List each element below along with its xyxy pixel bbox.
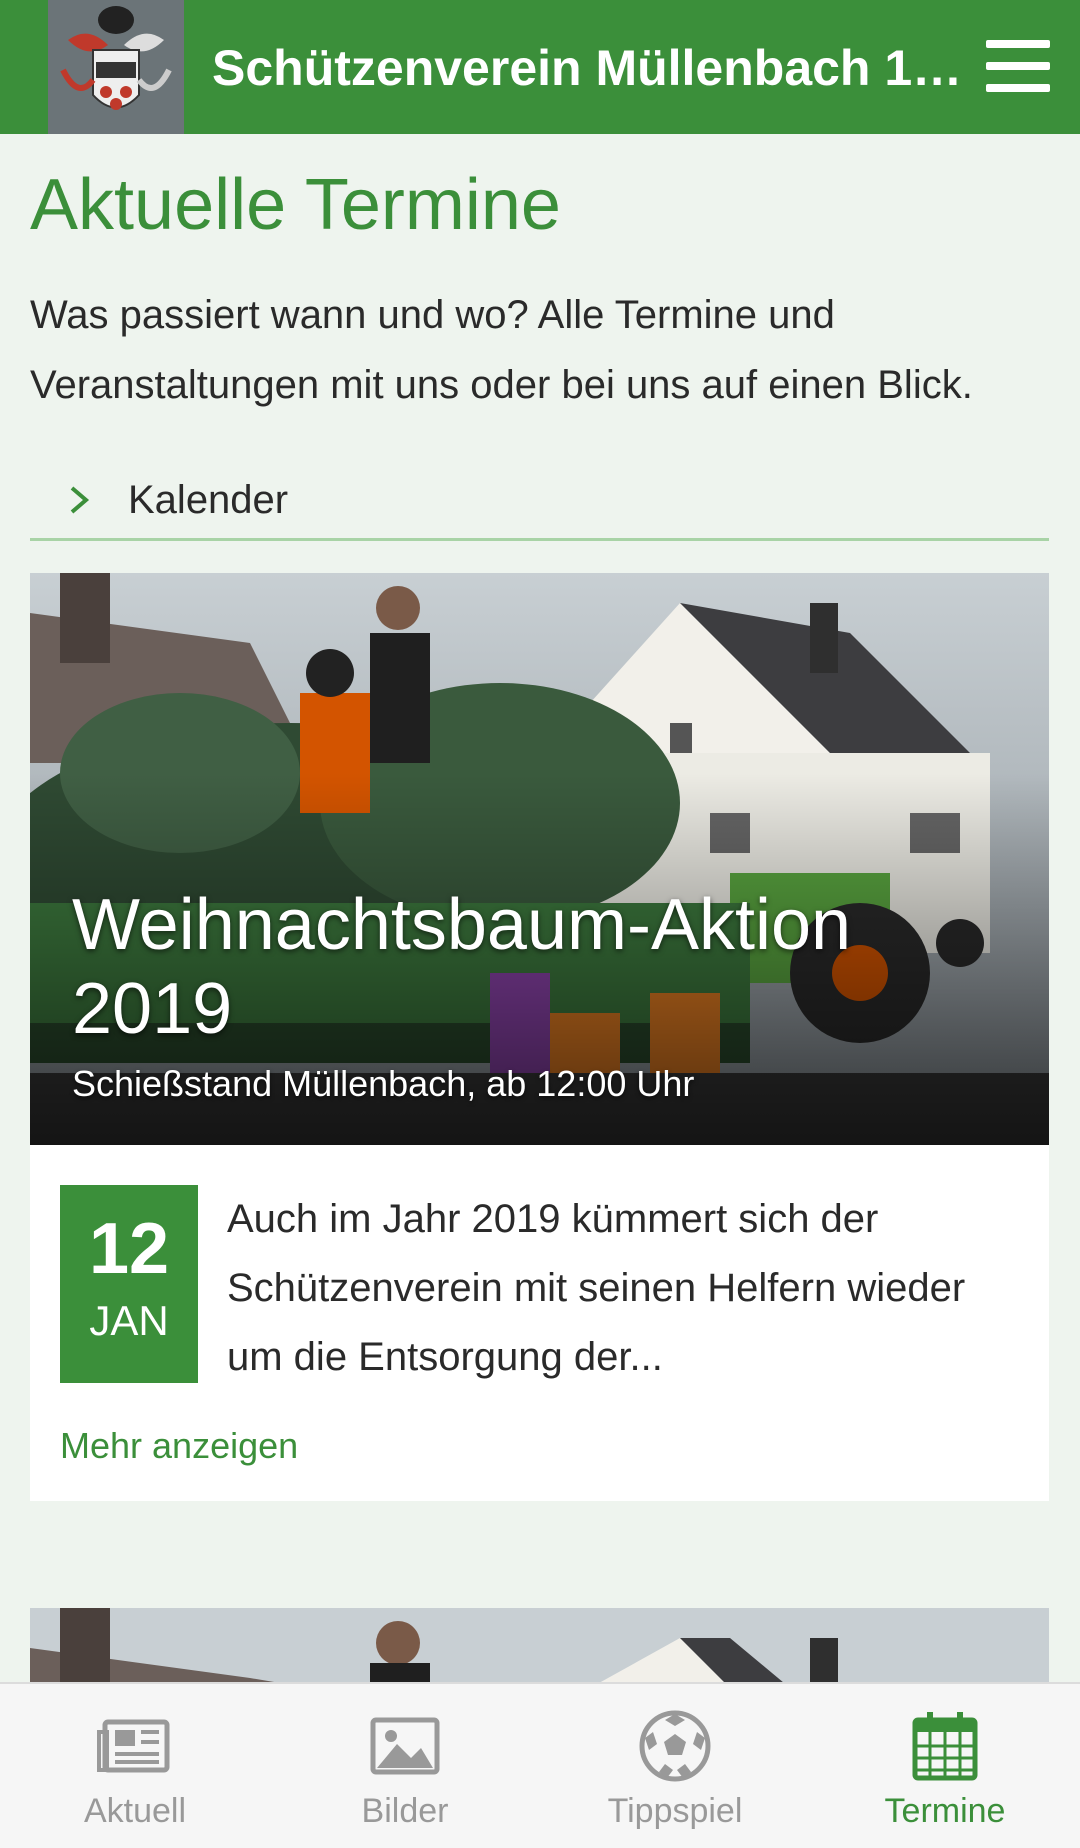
- page-intro: Was passiert wann und wo? Alle Termine u…: [30, 293, 973, 407]
- app-header: Schützenverein Müllenbach 15...: [0, 0, 1080, 134]
- nav-termine-label: Termine: [884, 1792, 1006, 1830]
- kalender-expander[interactable]: Kalender: [30, 462, 1049, 541]
- chevron-right-icon: [70, 486, 90, 514]
- nav-tippspiel[interactable]: Tippspiel: [540, 1684, 810, 1848]
- app-title: Schützenverein Müllenbach 15...: [212, 40, 972, 96]
- event-photo-peek: [30, 1608, 1049, 1688]
- hamburger-menu-icon[interactable]: [986, 40, 1050, 92]
- nav-termine[interactable]: Termine: [810, 1684, 1080, 1848]
- event-card-peek[interactable]: [30, 1608, 1049, 1688]
- event-teaser: Auch im Jahr 2019 kümmert sich der Schüt…: [227, 1197, 966, 1379]
- event-location: Schießstand Müllenbach, ab 12:00 Uhr: [72, 1063, 695, 1104]
- event-month: JAN: [89, 1297, 169, 1344]
- nav-bilder[interactable]: Bilder: [270, 1684, 540, 1848]
- coat-of-arms-logo[interactable]: [48, 0, 184, 134]
- nav-aktuell[interactable]: Aktuell: [0, 1684, 270, 1848]
- event-photo: [30, 573, 1049, 1145]
- image-icon: [370, 1717, 440, 1775]
- soccer-ball-icon: [639, 1710, 711, 1782]
- event-hero-image[interactable]: Weihnachtsbaum-Aktion 2019 Schießstand M…: [30, 573, 1049, 1145]
- show-more-link[interactable]: Mehr anzeigen: [60, 1425, 298, 1467]
- bottom-navigation: Aktuell Bilder Tippspiel Termine: [0, 1682, 1080, 1848]
- nav-aktuell-label: Aktuell: [83, 1792, 187, 1830]
- event-card[interactable]: Weihnachtsbaum-Aktion 2019 Schießstand M…: [30, 573, 1049, 1501]
- nav-tippspiel-label: Tippspiel: [607, 1792, 743, 1830]
- coat-of-arms-icon: [48, 0, 184, 134]
- event-title: Weihnachtsbaum-Aktion 2019: [72, 885, 852, 1049]
- newspaper-icon: [97, 1719, 170, 1773]
- event-day: 12: [88, 1209, 170, 1289]
- nav-bilder-label: Bilder: [361, 1792, 449, 1830]
- page-title: Aktuelle Termine: [30, 165, 561, 245]
- event-date-badge: 12 JAN: [60, 1185, 198, 1383]
- calendar-icon: [912, 1712, 978, 1781]
- kalender-label: Kalender: [128, 477, 289, 522]
